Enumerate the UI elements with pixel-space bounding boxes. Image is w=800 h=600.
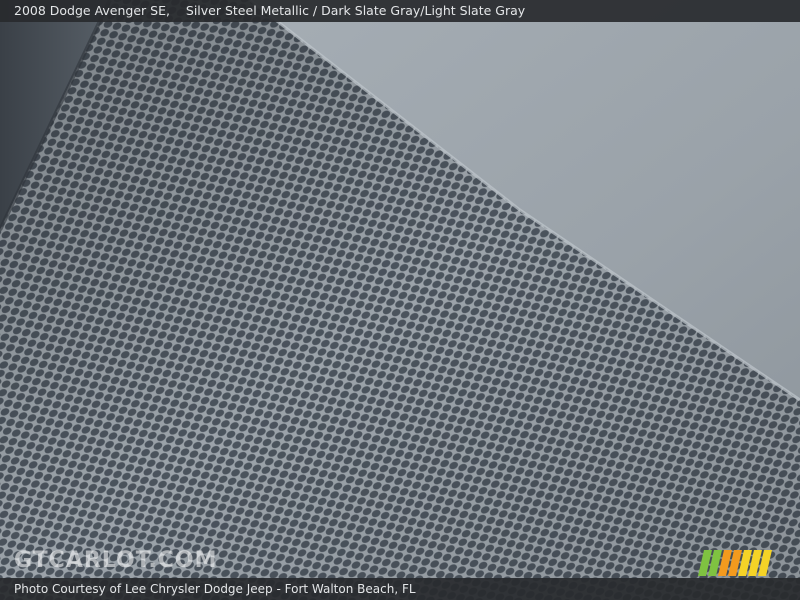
gtcarlot-watermark: GTCARLOT.COM [14, 548, 218, 573]
photo-credit-text: Photo Courtesy of Lee Chrysler Dodge Jee… [14, 582, 416, 596]
vehicle-colors: Silver Steel Metallic / Dark Slate Gray/… [185, 3, 526, 18]
caption-bar: 2008 Dodge Avenger SE, Silver Steel Meta… [0, 0, 800, 22]
photo-frame: 2008 Dodge Avenger SE, Silver Steel Meta… [0, 0, 800, 600]
photo-credit-bar: Photo Courtesy of Lee Chrysler Dodge Jee… [0, 578, 800, 600]
seat-mesh-photo [0, 0, 800, 600]
stripe-logo-icon [698, 550, 772, 576]
vehicle-title: 2008 Dodge Avenger SE, [14, 3, 170, 18]
